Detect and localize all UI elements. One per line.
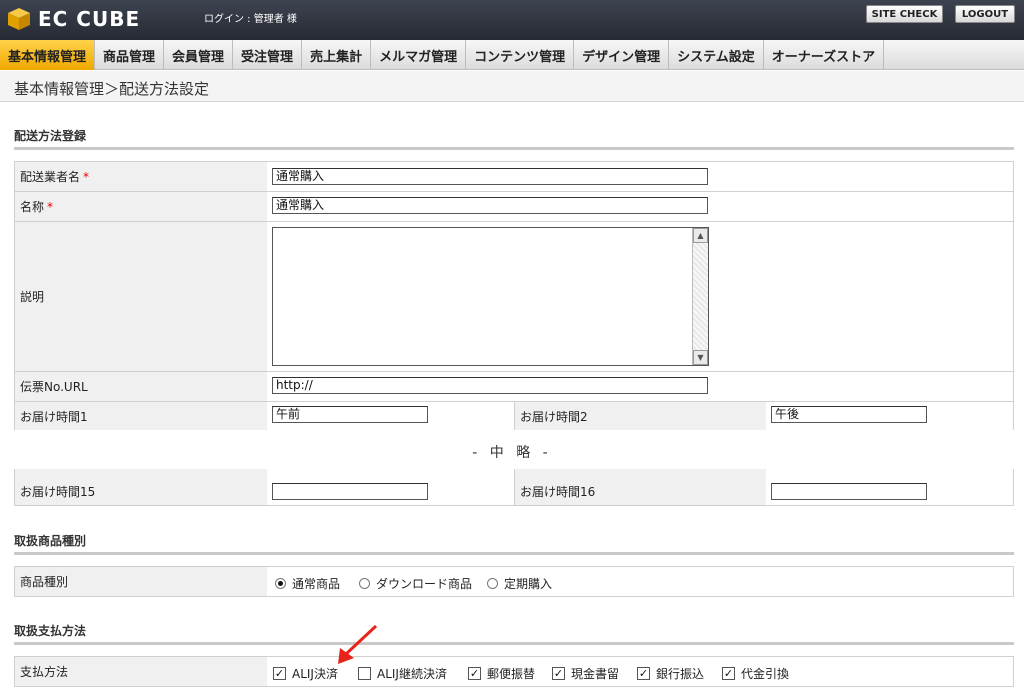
name-label: 名称 * (15, 192, 267, 221)
checkbox-option-postal-transfer[interactable]: ✓ 郵便振替 (468, 665, 535, 682)
form-row-product-type: 商品種別 通常商品 ダウンロード商品 定期購入 (14, 566, 1014, 597)
radio-option-subscription[interactable]: 定期購入 (487, 575, 552, 592)
description-textarea[interactable]: ▲ ▼ (272, 227, 709, 366)
annotation-arrow-icon (338, 624, 378, 664)
nav-item-owners-store[interactable]: オーナーズストア (764, 40, 885, 70)
tracking-url-input[interactable]: http:// (272, 377, 708, 394)
form-row-time-1-2: お届け時間1 午前 お届け時間2 午後 (14, 402, 1014, 430)
checkbox-checked-icon[interactable]: ✓ (273, 667, 286, 680)
form-row-payment: 支払方法 ✓ ALIJ決済 ALIJ継続決済 ✓ 郵便振替 ✓ 現金書留 ✓ 銀行振込 … (14, 656, 1014, 687)
time16-input[interactable] (771, 483, 927, 500)
site-check-button[interactable]: SITE CHECK (866, 5, 943, 23)
section-title-product-type: 取扱商品種別 (14, 534, 87, 548)
page-title: 基本情報管理＞配送方法設定 (14, 80, 210, 98)
tracking-url-label: 伝票No.URL (15, 372, 267, 401)
checkbox-checked-icon[interactable]: ✓ (468, 667, 481, 680)
textarea-scrollbar[interactable]: ▲ ▼ (692, 228, 708, 365)
form-row-time-15-16: お届け時間15 お届け時間16 (14, 469, 1014, 506)
time1-input[interactable]: 午前 (272, 406, 428, 423)
radio-option-download[interactable]: ダウンロード商品 (359, 575, 472, 592)
scroll-up-icon[interactable]: ▲ (693, 228, 708, 243)
main-nav: 基本情報管理 商品管理 会員管理 受注管理 売上集計 メルマガ管理 コンテンツ管… (0, 40, 1024, 70)
nav-item-orders[interactable]: 受注管理 (233, 40, 303, 70)
carrier-name-input[interactable]: 通常購入 (272, 168, 708, 185)
nav-item-products[interactable]: 商品管理 (95, 40, 165, 70)
radio-icon[interactable] (275, 578, 286, 589)
section-divider (14, 642, 1014, 645)
form-row-tracking-url: 伝票No.URL http:// (14, 372, 1014, 402)
checkbox-option-cash-on-delivery[interactable]: ✓ 代金引換 (722, 665, 789, 682)
logo-text: EC CUBE (38, 7, 141, 31)
nav-item-sales[interactable]: 売上集計 (302, 40, 372, 70)
radio-icon[interactable] (487, 578, 498, 589)
login-info: ログイン : 管理者 様 (204, 14, 297, 25)
description-label: 説明 (15, 222, 267, 371)
cube-logo-icon (8, 8, 30, 30)
nav-item-contents[interactable]: コンテンツ管理 (466, 40, 575, 70)
time1-label: お届け時間1 (15, 402, 267, 430)
breadcrumb: 基本情報管理＞配送方法設定 (0, 71, 1024, 102)
required-mark: * (83, 169, 90, 184)
name-input[interactable]: 通常購入 (272, 197, 708, 214)
radio-option-normal[interactable]: 通常商品 (275, 575, 340, 592)
product-type-label: 商品種別 (15, 567, 267, 596)
form-row-description: 説明 ▲ ▼ (14, 222, 1014, 372)
time16-label: お届け時間16 (514, 469, 766, 505)
nav-item-mailmagazine[interactable]: メルマガ管理 (371, 40, 467, 70)
checkbox-option-registered-mail[interactable]: ✓ 現金書留 (552, 665, 619, 682)
omitted-marker: - 中 略 - (472, 445, 552, 461)
checkbox-checked-icon[interactable]: ✓ (637, 667, 650, 680)
time15-label: お届け時間15 (15, 469, 267, 505)
nav-item-basic-info[interactable]: 基本情報管理 (0, 40, 96, 70)
logo: EC CUBE (6, 6, 140, 32)
checkbox-checked-icon[interactable]: ✓ (552, 667, 565, 680)
checkbox-option-bank-transfer[interactable]: ✓ 銀行振込 (637, 665, 704, 682)
section-divider (14, 552, 1014, 555)
section-title-payment: 取扱支払方法 (14, 624, 87, 638)
top-bar: EC CUBE ログイン : 管理者 様 SITE CHECK LOGOUT (0, 0, 1024, 40)
nav-item-system[interactable]: システム設定 (669, 40, 764, 70)
logout-button[interactable]: LOGOUT (955, 5, 1015, 23)
checkbox-checked-icon[interactable]: ✓ (722, 667, 735, 680)
form-row-name: 名称 * 通常購入 (14, 192, 1014, 222)
radio-icon[interactable] (359, 578, 370, 589)
time2-input[interactable]: 午後 (771, 406, 927, 423)
section-divider (14, 147, 1014, 150)
time15-input[interactable] (272, 483, 428, 500)
carrier-label: 配送業者名 * (15, 162, 267, 191)
nav-item-design[interactable]: デザイン管理 (574, 40, 670, 70)
scroll-down-icon[interactable]: ▼ (693, 350, 708, 365)
checkbox-unchecked-icon[interactable] (358, 667, 371, 680)
required-mark: * (47, 199, 54, 214)
nav-item-customers[interactable]: 会員管理 (164, 40, 234, 70)
form-row-carrier: 配送業者名 * 通常購入 (14, 161, 1014, 192)
payment-label: 支払方法 (15, 657, 267, 686)
time2-label: お届け時間2 (514, 402, 766, 430)
section-title-delivery: 配送方法登録 (14, 129, 87, 143)
